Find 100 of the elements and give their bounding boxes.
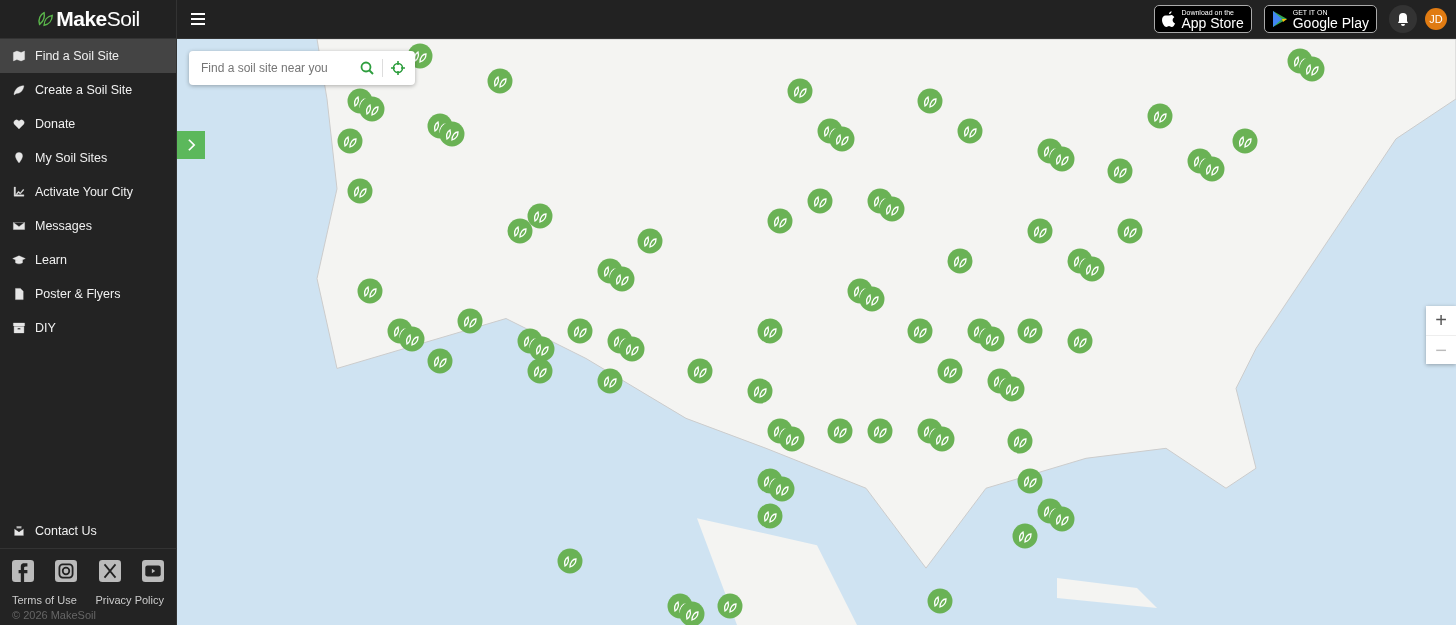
notification-bell-button[interactable] [1389,5,1417,33]
leaf-marker-icon[interactable] [1007,428,1033,454]
footer-link[interactable]: Privacy Policy [95,594,164,606]
leaf-marker-icon[interactable] [917,88,943,114]
leaf-marker-icon[interactable] [827,418,853,444]
crosshair-icon[interactable] [391,61,405,75]
leaf-logo-icon [36,10,55,28]
leaf-marker-icon[interactable] [937,358,963,384]
leaf-marker-icon[interactable] [687,358,713,384]
leaf-marker-icon[interactable] [957,118,983,144]
leaf-marker-icon[interactable] [1012,523,1038,549]
contact-us-link[interactable]: Contact Us [0,514,176,549]
leaf-marker-icon[interactable] [337,128,363,154]
brand-name: MakeSoil [56,7,140,31]
leaf-marker-icon[interactable] [529,336,555,362]
leaf-marker-icon[interactable] [619,336,645,362]
search-icon[interactable] [360,61,374,75]
zoom-in-button[interactable]: + [1426,306,1456,335]
leaf-marker-icon[interactable] [527,358,553,384]
facebook-icon[interactable] [12,560,34,582]
leaf-marker-icon[interactable] [1067,328,1093,354]
leaf-marker-icon[interactable] [507,218,533,244]
menu-item-icon [12,185,26,199]
leaf-marker-icon[interactable] [399,326,425,352]
leaf-marker-icon[interactable] [807,188,833,214]
leaf-marker-icon[interactable] [487,68,513,94]
leaf-marker-icon[interactable] [779,426,805,452]
leaf-marker-icon[interactable] [979,326,1005,352]
leaf-marker-icon[interactable] [947,248,973,274]
leaf-marker-icon[interactable] [879,196,905,222]
leaf-marker-icon[interactable] [769,476,795,502]
leaf-marker-icon[interactable] [427,348,453,374]
youtube-icon[interactable] [142,560,164,582]
bell-icon [1397,12,1409,26]
leaf-marker-icon[interactable] [359,96,385,122]
leaf-marker-icon[interactable] [597,368,623,394]
menu-icon [191,13,205,25]
leaf-marker-icon[interactable] [867,418,893,444]
sidebar-item[interactable]: Activate Your City [0,175,176,209]
leaf-marker-icon[interactable] [1107,158,1133,184]
leaf-marker-icon[interactable] [609,266,635,292]
leaf-marker-icon[interactable] [999,376,1025,402]
leaf-marker-icon[interactable] [407,43,433,69]
leaf-marker-icon[interactable] [929,426,955,452]
leaf-marker-icon[interactable] [1049,506,1075,532]
menu-item-icon [12,117,26,131]
instagram-icon[interactable] [55,560,78,582]
leaf-marker-icon[interactable] [1079,256,1105,282]
leaf-marker-icon[interactable] [927,588,953,614]
leaf-marker-icon[interactable] [527,203,553,229]
sidebar-item[interactable]: Donate [0,107,176,141]
map-view[interactable]: Find a soil site near you + − [177,39,1456,625]
leaf-marker-icon[interactable] [1027,218,1053,244]
leaf-marker-icon[interactable] [787,78,813,104]
apple-icon [1162,10,1177,28]
leaf-marker-icon[interactable] [357,278,383,304]
leaf-marker-icon[interactable] [907,318,933,344]
leaf-marker-icon[interactable] [1017,468,1043,494]
leaf-marker-icon[interactable] [829,126,855,152]
leaf-marker-icon[interactable] [1049,146,1075,172]
leaf-marker-icon[interactable] [1117,218,1143,244]
sidebar-item[interactable]: Create a Soil Site [0,73,176,107]
sidebar-item[interactable]: Messages [0,209,176,243]
sidebar-item[interactable]: DIY [0,311,176,345]
leaf-marker-icon[interactable] [1232,128,1258,154]
menu-item-icon [12,83,26,97]
leaf-marker-icon[interactable] [457,308,483,334]
menu-item-icon [12,219,26,233]
leaf-marker-icon[interactable] [859,286,885,312]
leaf-marker-icon[interactable] [1299,56,1325,82]
makesoil-logo[interactable]: MakeSoil [0,0,177,38]
menu-item-icon [12,151,26,165]
chevron-right-icon [186,138,196,152]
sidebar-item[interactable]: Learn [0,243,176,277]
leaf-marker-icon[interactable] [757,318,783,344]
leaf-marker-icon[interactable] [717,593,743,619]
leaf-marker-icon[interactable] [1199,156,1225,182]
menu-item-icon [12,287,26,301]
leaf-marker-icon[interactable] [567,318,593,344]
leaf-marker-icon[interactable] [767,208,793,234]
footer-link[interactable]: Terms of Use [12,594,77,606]
leaf-marker-icon[interactable] [439,121,465,147]
search-field[interactable]: Find a soil site near you [189,51,415,85]
leaf-marker-icon[interactable] [1147,103,1173,129]
menu-item-icon [12,321,26,335]
menu-item-icon [12,49,26,63]
leaf-marker-icon[interactable] [757,503,783,529]
menu-item-icon [12,253,26,267]
sidebar-item[interactable]: Find a Soil Site [0,39,176,73]
sidebar-item[interactable]: Poster & Flyers [0,277,176,311]
leaf-marker-icon[interactable] [557,548,583,574]
expand-panel-button[interactable] [177,131,205,159]
sidebar-item[interactable]: My Soil Sites [0,141,176,175]
leaf-marker-icon[interactable] [637,228,663,254]
leaf-marker-icon[interactable] [347,178,373,204]
leaf-marker-icon[interactable] [1017,318,1043,344]
leaf-marker-icon[interactable] [747,378,773,404]
x-logo-icon[interactable] [98,560,121,582]
play-triangle-icon [1271,10,1288,28]
leaf-marker-icon[interactable] [679,601,705,625]
